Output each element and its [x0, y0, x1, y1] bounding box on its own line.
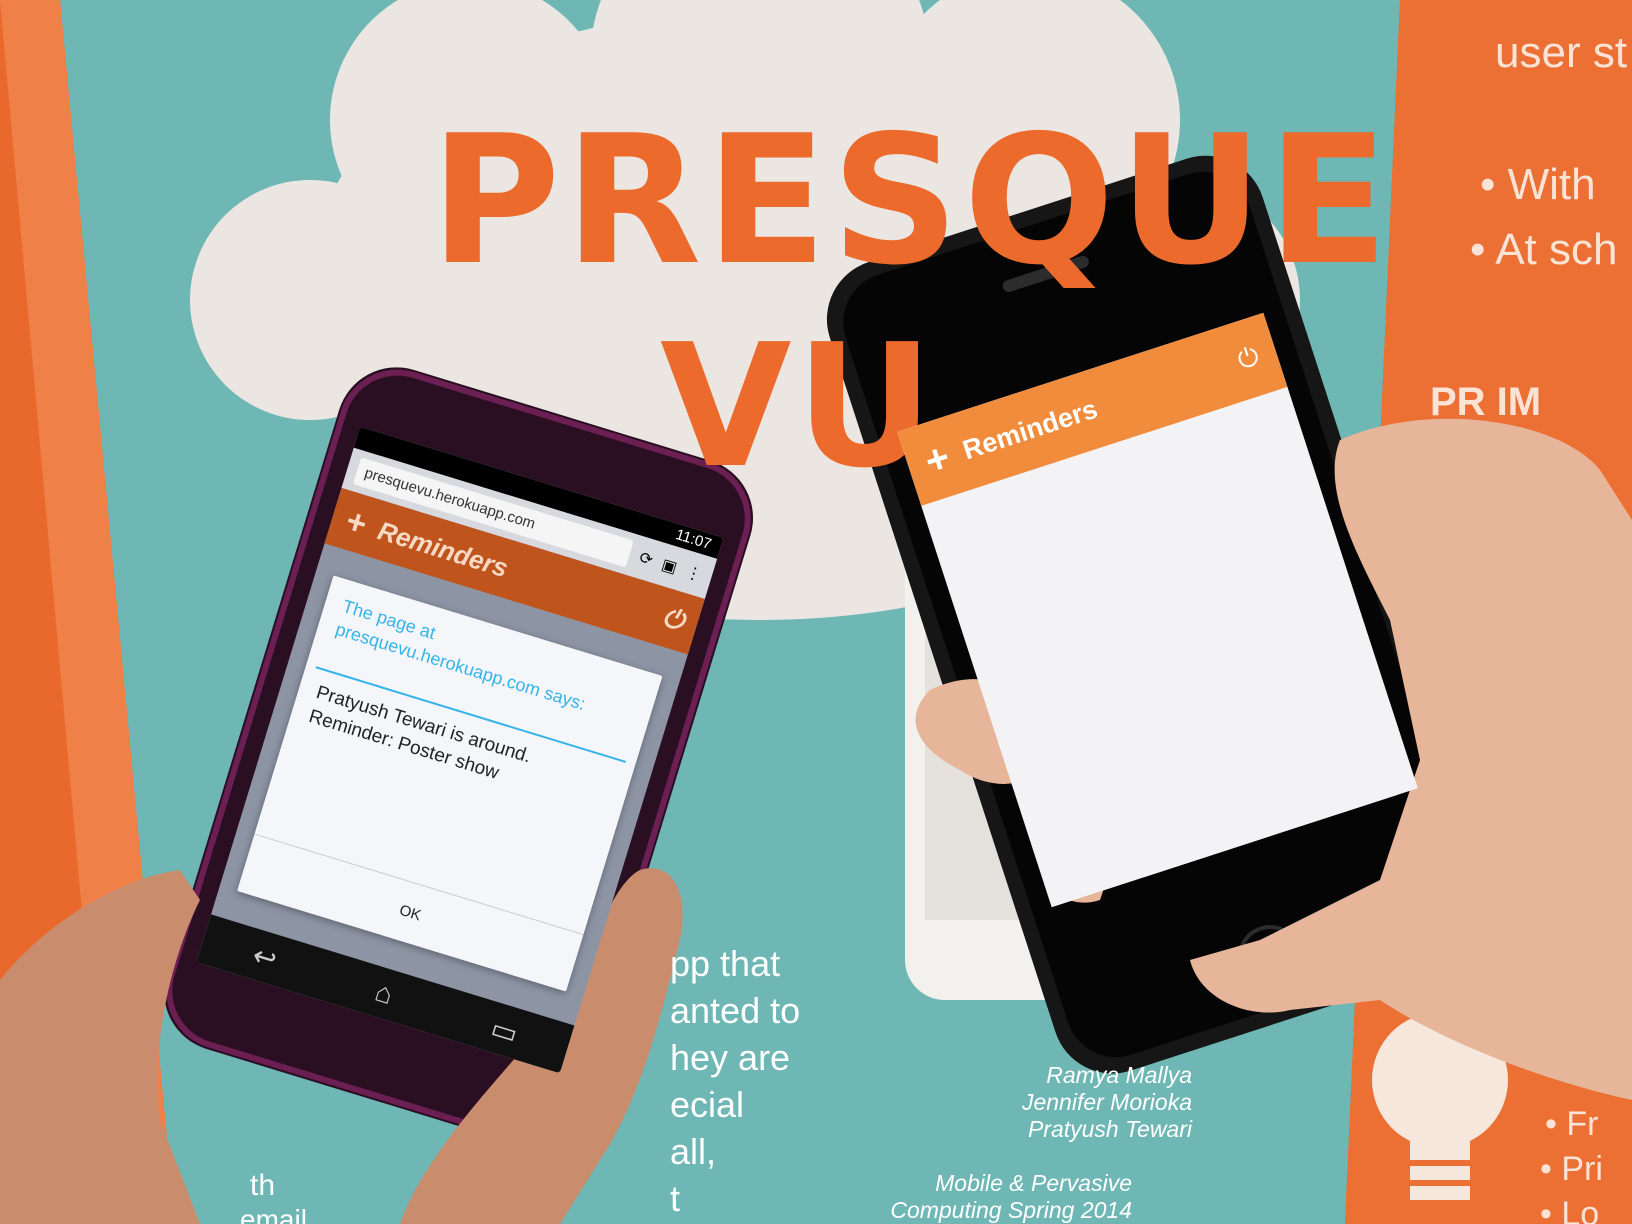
poster-title-presque: PRESQUE [430, 97, 1393, 304]
add-reminder-icon[interactable]: + [920, 435, 956, 484]
menu-icon[interactable]: ⋮ [683, 562, 704, 586]
poster-right-bottom-1: • Fr [1545, 1105, 1599, 1143]
poster-right-bottom-2: • Pri [1540, 1150, 1603, 1188]
credit-name: Jennifer Morioka [1021, 1089, 1192, 1115]
desc-line: anted to [670, 990, 801, 1031]
poster-right-text-2: • With [1480, 160, 1596, 209]
desc-line: hey are [670, 1037, 791, 1078]
home-icon[interactable]: ⌂ [371, 976, 397, 1012]
poster-left-bottom-text-2: email [240, 1204, 307, 1224]
credit-name: Ramya Mallya [1046, 1062, 1192, 1088]
power-icon[interactable]: ⏻ [1234, 340, 1263, 377]
desc-line: all, [670, 1131, 717, 1172]
back-icon[interactable]: ↩ [249, 938, 281, 976]
poster-right-text-1: user st [1495, 28, 1628, 77]
poster-right-text-4: PR IM [1430, 380, 1542, 424]
poster-right-text-3: • At sch [1470, 225, 1618, 274]
add-reminder-icon[interactable]: + [341, 501, 371, 544]
poster-right-bottom-3: • Lo [1540, 1195, 1600, 1224]
desc-line: pp that [670, 943, 781, 984]
poster-description: pp that anted to hey are ecial all, t [670, 940, 800, 1222]
credit-name: Pratyush Tewari [1027, 1116, 1192, 1142]
recent-apps-icon[interactable]: ▭ [487, 1011, 522, 1050]
poster-credits: Ramya Mallya Jennifer Morioka Pratyush T… [1022, 1062, 1192, 1143]
poster-title-vu: VU [660, 308, 938, 506]
tabs-icon[interactable]: ▣ [659, 554, 679, 578]
reload-icon[interactable]: ⟳ [637, 548, 656, 571]
poster-course: Mobile & Pervasive Computing Spring 2014 [890, 1170, 1132, 1224]
desc-line: ecial [670, 1084, 745, 1125]
photo-scene: PRESQUE VU user st • With • At sch PR IM… [0, 0, 1632, 1224]
desc-line: t [670, 1178, 681, 1219]
course-line: Mobile & Pervasive [935, 1170, 1132, 1196]
course-line: Computing Spring 2014 [890, 1197, 1132, 1223]
power-icon[interactable]: ⏻ [659, 601, 687, 638]
alert-dialog: The page at presquevu.herokuapp.com says… [237, 575, 663, 992]
